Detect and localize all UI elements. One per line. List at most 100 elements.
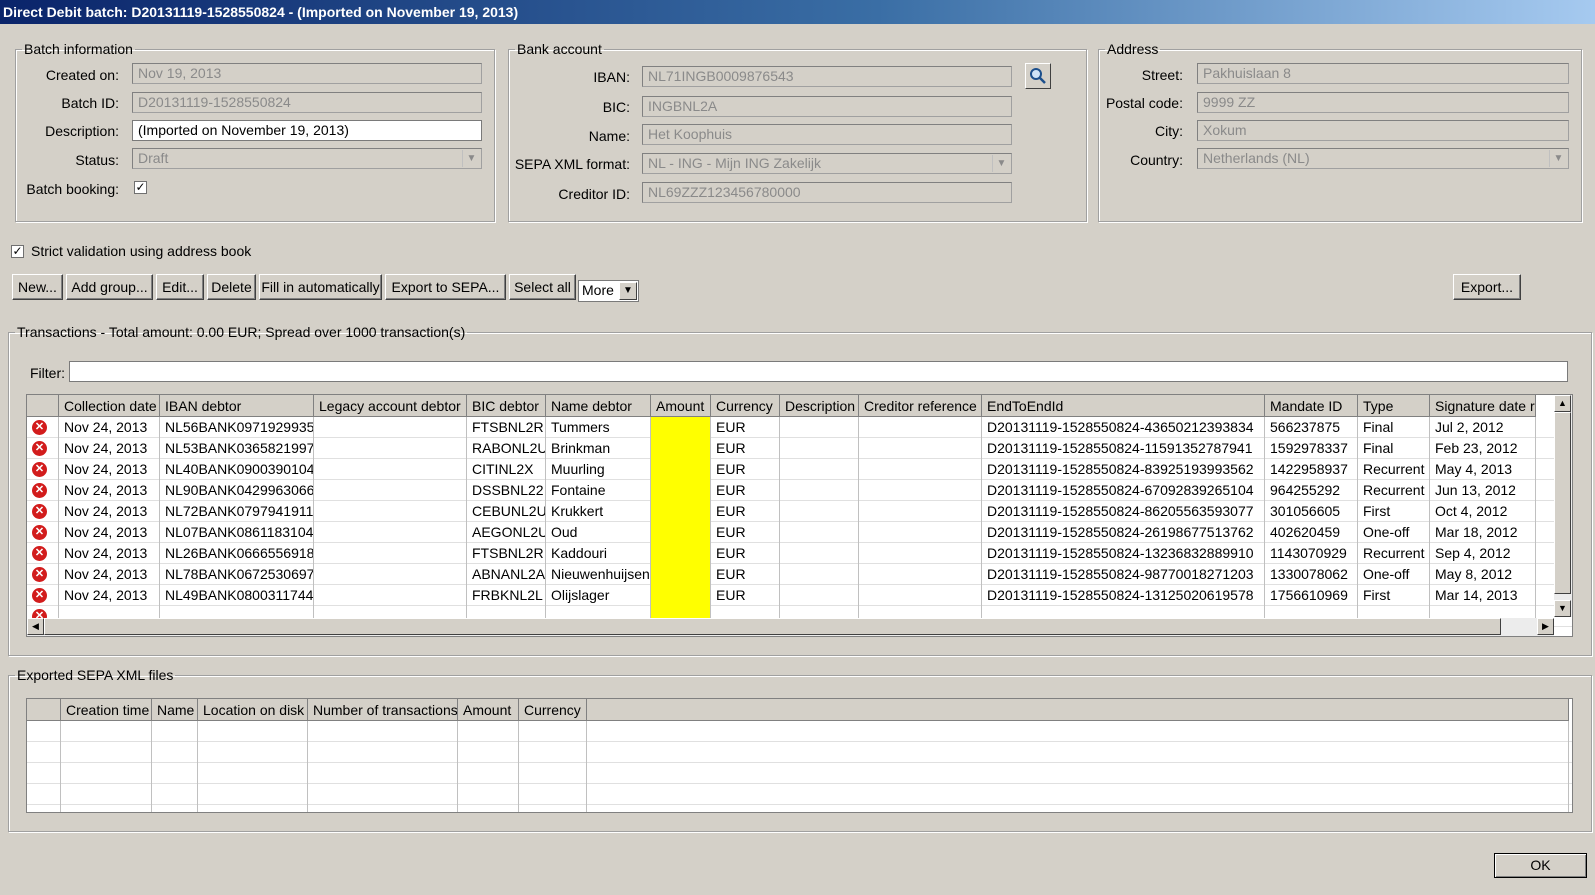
table-cell: 301056605 bbox=[1265, 501, 1358, 522]
column-header[interactable] bbox=[587, 699, 1569, 721]
column-header[interactable] bbox=[27, 395, 59, 417]
status-cell: ✕ bbox=[27, 522, 59, 543]
exported-files-table: Creation time Name Location on disk Number … bbox=[26, 698, 1573, 813]
fill-automatically-button[interactable]: Fill in automatically bbox=[259, 274, 382, 300]
scroll-right-icon[interactable]: ▶ bbox=[1537, 618, 1554, 635]
table-cell: Oct 4, 2012 bbox=[1430, 501, 1536, 522]
column-header[interactable]: Mandate ID bbox=[1265, 395, 1358, 417]
column-header[interactable]: IBAN debtor bbox=[160, 395, 314, 417]
column-header[interactable]: Amount bbox=[458, 699, 519, 721]
vertical-scrollbar[interactable]: ▲ ▼ bbox=[1554, 395, 1572, 617]
table-cell bbox=[27, 721, 61, 742]
column-header[interactable]: Name debtor bbox=[546, 395, 651, 417]
column-header[interactable]: Amount bbox=[651, 395, 711, 417]
error-icon: ✕ bbox=[32, 546, 47, 561]
created-on-field[interactable]: Nov 19, 2013 bbox=[132, 63, 482, 84]
column-header[interactable]: Number of transactions bbox=[308, 699, 458, 721]
more-select[interactable]: More ▼ bbox=[578, 280, 639, 302]
table-row[interactable]: ✕ Nov 24, 2013 NL78BANK0672530697 ABNANL2A N… bbox=[27, 564, 1572, 585]
column-header[interactable]: Location on disk bbox=[198, 699, 308, 721]
table-cell: Nov 24, 2013 bbox=[59, 501, 160, 522]
edit-button[interactable]: Edit... bbox=[156, 274, 204, 300]
creditor-id-field[interactable]: NL69ZZZ123456780000 bbox=[642, 182, 1012, 203]
table-cell: D20131119-1528550824-13236832889910 bbox=[982, 543, 1265, 564]
bic-field[interactable]: INGBNL2A bbox=[642, 96, 1012, 117]
column-header[interactable]: Name bbox=[152, 699, 198, 721]
iban-field[interactable]: NL71INGB0009876543 bbox=[642, 66, 1012, 87]
status-value: Draft bbox=[138, 150, 169, 166]
column-header[interactable]: Creation time bbox=[61, 699, 152, 721]
search-iban-button[interactable] bbox=[1025, 63, 1051, 89]
table-cell bbox=[651, 501, 711, 522]
table-row bbox=[27, 721, 1572, 742]
add-group-button[interactable]: Add group... bbox=[66, 274, 153, 300]
batch-booking-checkbox[interactable]: ✓ bbox=[134, 181, 147, 194]
status-cell: ✕ bbox=[27, 459, 59, 480]
column-header[interactable] bbox=[27, 699, 61, 721]
scroll-down-icon[interactable]: ▼ bbox=[1554, 600, 1571, 617]
chevron-down-icon: ▼ bbox=[619, 282, 637, 300]
column-header[interactable]: Legacy account debtor bbox=[314, 395, 467, 417]
column-header[interactable]: Currency bbox=[711, 395, 780, 417]
scroll-thumb[interactable] bbox=[1554, 412, 1571, 594]
column-header[interactable]: EndToEndId bbox=[982, 395, 1265, 417]
ok-button[interactable]: OK bbox=[1494, 853, 1587, 878]
table-cell: D20131119-1528550824-11591352787941 bbox=[982, 438, 1265, 459]
table-cell bbox=[651, 480, 711, 501]
table-cell: 964255292 bbox=[1265, 480, 1358, 501]
table-cell: Feb 23, 2012 bbox=[1430, 438, 1536, 459]
city-field[interactable]: Xokum bbox=[1197, 120, 1569, 141]
table-row[interactable]: ✕ Nov 24, 2013 NL40BANK0900390104 CITINL2X M… bbox=[27, 459, 1572, 480]
scroll-up-icon[interactable]: ▲ bbox=[1554, 395, 1571, 412]
export-button[interactable]: Export... bbox=[1453, 274, 1521, 300]
table-cell bbox=[61, 784, 152, 805]
country-select[interactable]: Netherlands (NL) ▼ bbox=[1197, 148, 1569, 169]
chevron-down-icon: ▼ bbox=[992, 155, 1010, 172]
column-header[interactable]: Type bbox=[1358, 395, 1430, 417]
select-all-button[interactable]: Select all bbox=[509, 274, 576, 300]
column-header[interactable]: Description bbox=[780, 395, 859, 417]
delete-button[interactable]: Delete bbox=[207, 274, 256, 300]
table-cell: D20131119-1528550824-83925193993562 bbox=[982, 459, 1265, 480]
table-cell: FTSBNL2R bbox=[467, 543, 546, 564]
table-row[interactable]: ✕ Nov 24, 2013 NL07BANK0861183104 AEGONL2U O… bbox=[27, 522, 1572, 543]
table-row[interactable]: ✕ Nov 24, 2013 NL90BANK0429963066 DSSBNL22 F… bbox=[27, 480, 1572, 501]
table-row[interactable]: ✕ Nov 24, 2013 NL49BANK0800311744 FRBKNL2L O… bbox=[27, 585, 1572, 606]
table-row[interactable]: ✕ Nov 24, 2013 NL26BANK0666556918 FTSBNL2R K… bbox=[27, 543, 1572, 564]
column-header[interactable]: BIC debtor bbox=[467, 395, 546, 417]
table-row[interactable]: ✕ Nov 24, 2013 NL56BANK0971929935 FTSBNL2R T… bbox=[27, 417, 1572, 438]
status-select[interactable]: Draft ▼ bbox=[132, 148, 482, 169]
filter-input[interactable] bbox=[69, 361, 1568, 382]
country-value: Netherlands (NL) bbox=[1203, 150, 1310, 166]
table-cell bbox=[308, 721, 458, 742]
batch-id-field[interactable]: D20131119-1528550824 bbox=[132, 92, 482, 113]
table-cell: FTSBNL2R bbox=[467, 417, 546, 438]
street-field[interactable]: Pakhuislaan 8 bbox=[1197, 63, 1569, 84]
description-input[interactable]: (Imported on November 19, 2013) bbox=[132, 120, 482, 141]
table-row[interactable]: ✕ Nov 24, 2013 NL53BANK0365821997 RABONL2U B… bbox=[27, 438, 1572, 459]
strict-validation-checkbox[interactable]: ✓ bbox=[11, 245, 24, 258]
table-cell bbox=[314, 543, 467, 564]
horizontal-scrollbar[interactable]: ◀ ▶ bbox=[27, 618, 1554, 636]
new-button[interactable]: New... bbox=[12, 274, 63, 300]
column-header[interactable]: Creditor reference bbox=[859, 395, 982, 417]
column-header[interactable]: Signature date r bbox=[1430, 395, 1536, 417]
export-to-sepa-button[interactable]: Export to SEPA... bbox=[385, 274, 506, 300]
chevron-down-icon: ▼ bbox=[1549, 150, 1567, 167]
name-field[interactable]: Het Koophuis bbox=[642, 124, 1012, 145]
table-cell bbox=[314, 585, 467, 606]
description-label: Description: bbox=[45, 123, 119, 139]
city-label: City: bbox=[1155, 123, 1183, 139]
table-cell: EUR bbox=[711, 417, 780, 438]
table-cell: Nov 24, 2013 bbox=[59, 438, 160, 459]
column-header[interactable]: Collection date bbox=[59, 395, 160, 417]
postal-code-field[interactable]: 9999 ZZ bbox=[1197, 92, 1569, 113]
scroll-thumb[interactable] bbox=[44, 618, 1501, 635]
scroll-left-icon[interactable]: ◀ bbox=[27, 618, 44, 635]
sepa-format-select[interactable]: NL - ING - Mijn ING Zakelijk ▼ bbox=[642, 153, 1012, 174]
table-row[interactable]: ✕ Nov 24, 2013 NL72BANK0797941911 CEBUNL2U K… bbox=[27, 501, 1572, 522]
error-icon: ✕ bbox=[32, 462, 47, 477]
column-header[interactable]: Currency bbox=[519, 699, 587, 721]
table-cell bbox=[587, 721, 1569, 742]
table-cell bbox=[198, 784, 308, 805]
